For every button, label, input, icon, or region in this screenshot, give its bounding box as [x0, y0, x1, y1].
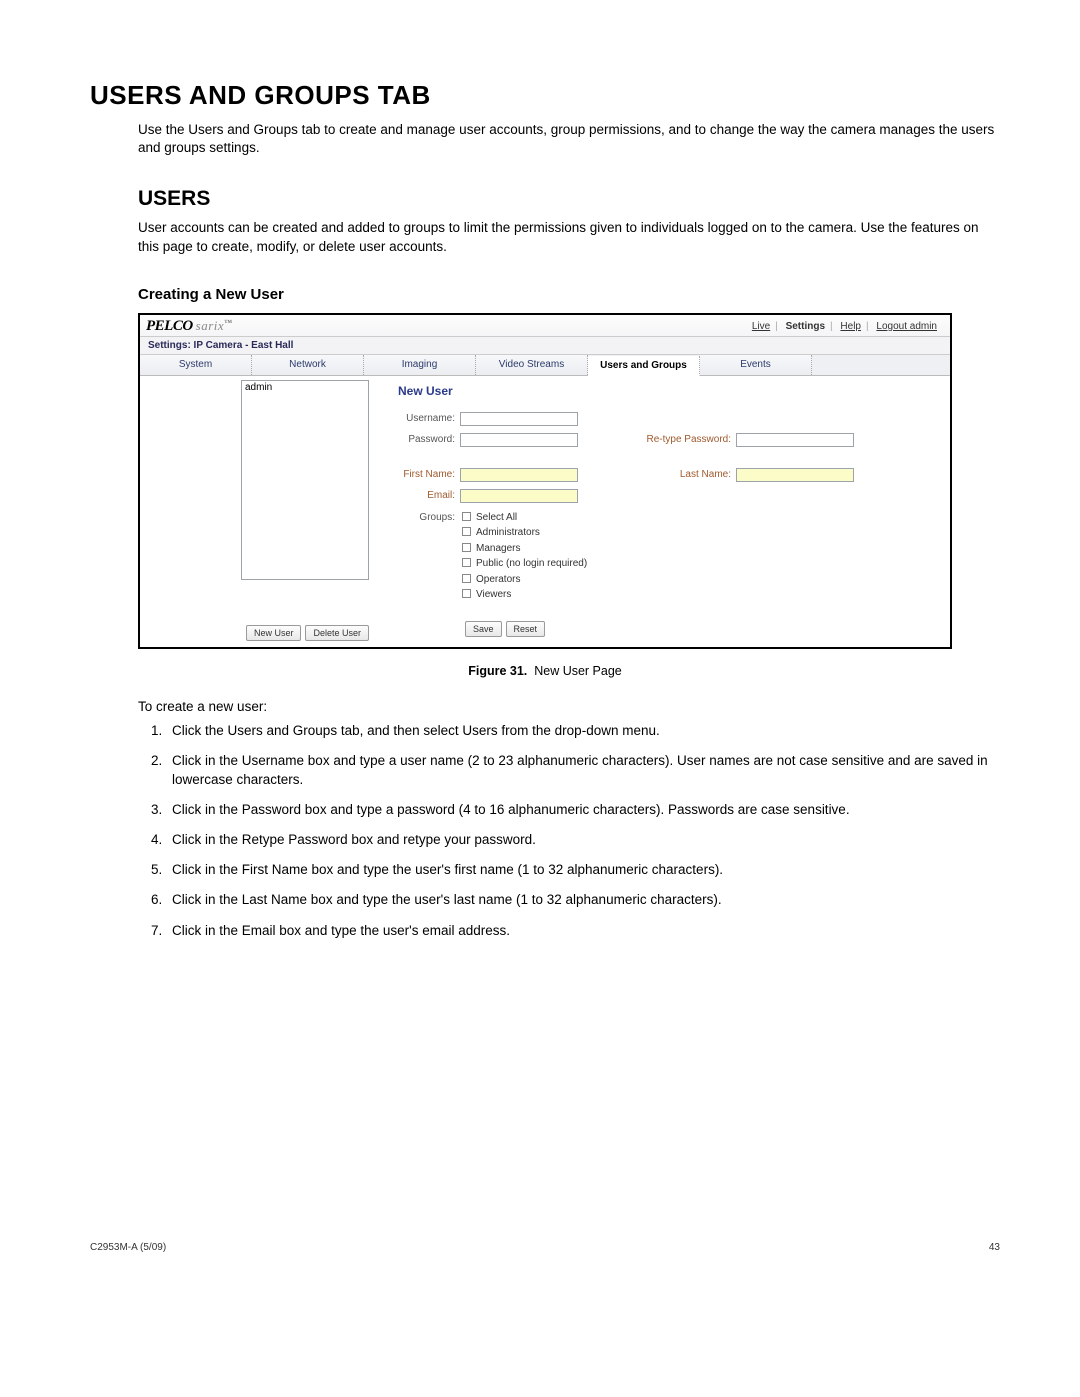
- first-name-field[interactable]: [460, 468, 578, 482]
- step-6: Click in the Last Name box and type the …: [166, 891, 1000, 909]
- step-4: Click in the Retype Password box and ret…: [166, 831, 1000, 849]
- figure-caption: Figure 31. New User Page: [90, 664, 1000, 678]
- link-live[interactable]: Live: [747, 321, 775, 332]
- screenshot-figure: PELCOsarix™ Live| Settings| Help| Logout…: [138, 313, 952, 649]
- form-title: New User: [398, 384, 938, 398]
- intro-paragraph: Use the Users and Groups tab to create a…: [138, 121, 1000, 157]
- link-settings[interactable]: Settings: [781, 321, 830, 332]
- steps-list: Click the Users and Groups tab, and then…: [138, 722, 1000, 940]
- logo-text-1: PELCO: [146, 318, 193, 334]
- tab-imaging[interactable]: Imaging: [364, 355, 476, 375]
- label-groups: Groups:: [398, 510, 460, 603]
- form-area: New User Username: Password: Re-type Pas…: [380, 376, 950, 647]
- user-sidebar: admin New User Delete User: [240, 376, 380, 647]
- user-list-item[interactable]: admin: [245, 382, 365, 393]
- footer-left: C2953M-A (5/09): [90, 1242, 166, 1253]
- tab-events[interactable]: Events: [700, 355, 812, 375]
- tab-video-streams[interactable]: Video Streams: [476, 355, 588, 375]
- tab-users-and-groups[interactable]: Users and Groups: [588, 356, 700, 376]
- footer-right: 43: [989, 1242, 1000, 1253]
- tab-system[interactable]: System: [140, 355, 252, 375]
- step-2: Click in the Username box and type a use…: [166, 752, 1000, 788]
- username-field[interactable]: [460, 412, 578, 426]
- delete-user-button[interactable]: Delete User: [305, 625, 369, 641]
- label-retype-password: Re-type Password:: [638, 434, 736, 445]
- group-public: Public (no login required): [476, 558, 587, 569]
- group-administrators: Administrators: [476, 527, 540, 538]
- group-managers: Managers: [476, 543, 520, 554]
- top-links: Live| Settings| Help| Logout admin: [747, 321, 942, 332]
- link-logout[interactable]: Logout admin: [871, 321, 942, 332]
- checkbox-operators[interactable]: [462, 574, 471, 583]
- tab-network[interactable]: Network: [252, 355, 364, 375]
- label-username: Username:: [398, 413, 460, 424]
- new-user-button[interactable]: New User: [246, 625, 302, 641]
- step-1: Click the Users and Groups tab, and then…: [166, 722, 1000, 740]
- figure-label: Figure 31.: [468, 664, 527, 678]
- group-select-all: Select All: [476, 512, 517, 523]
- group-operators: Operators: [476, 574, 520, 585]
- save-button[interactable]: Save: [465, 621, 502, 637]
- creating-heading: Creating a New User: [138, 286, 1000, 303]
- user-list[interactable]: admin: [241, 380, 369, 580]
- settings-breadcrumb: Settings: IP Camera - East Hall: [140, 337, 950, 355]
- checkbox-select-all[interactable]: [462, 512, 471, 521]
- link-help[interactable]: Help: [835, 321, 866, 332]
- users-paragraph: User accounts can be created and added t…: [138, 219, 1000, 255]
- label-password: Password:: [398, 434, 460, 445]
- email-field[interactable]: [460, 489, 578, 503]
- step-7: Click in the Email box and type the user…: [166, 922, 1000, 940]
- reset-button[interactable]: Reset: [506, 621, 546, 637]
- label-first-name: First Name:: [398, 469, 460, 480]
- label-email: Email:: [398, 490, 460, 501]
- checkbox-administrators[interactable]: [462, 527, 471, 536]
- step-5: Click in the First Name box and type the…: [166, 861, 1000, 879]
- app-topbar: PELCOsarix™ Live| Settings| Help| Logout…: [140, 315, 950, 337]
- brand-logo: PELCOsarix™: [146, 318, 233, 335]
- figure-text: New User Page: [534, 664, 622, 678]
- to-create-text: To create a new user:: [138, 698, 1000, 716]
- main-heading: USERS AND GROUPS TAB: [90, 80, 1000, 111]
- page-footer: C2953M-A (5/09) 43: [90, 1242, 1000, 1253]
- tab-bar: System Network Imaging Video Streams Use…: [140, 355, 950, 376]
- checkbox-public[interactable]: [462, 558, 471, 567]
- work-area: admin New User Delete User New User User…: [140, 376, 950, 647]
- label-last-name: Last Name:: [638, 469, 736, 480]
- logo-text-2: sarix: [196, 318, 225, 333]
- checkbox-viewers[interactable]: [462, 589, 471, 598]
- group-viewers: Viewers: [476, 589, 511, 600]
- retype-password-field[interactable]: [736, 433, 854, 447]
- last-name-field[interactable]: [736, 468, 854, 482]
- users-heading: USERS: [138, 187, 1000, 211]
- step-3: Click in the Password box and type a pas…: [166, 801, 1000, 819]
- logo-tm: ™: [224, 318, 233, 327]
- password-field[interactable]: [460, 433, 578, 447]
- checkbox-managers[interactable]: [462, 543, 471, 552]
